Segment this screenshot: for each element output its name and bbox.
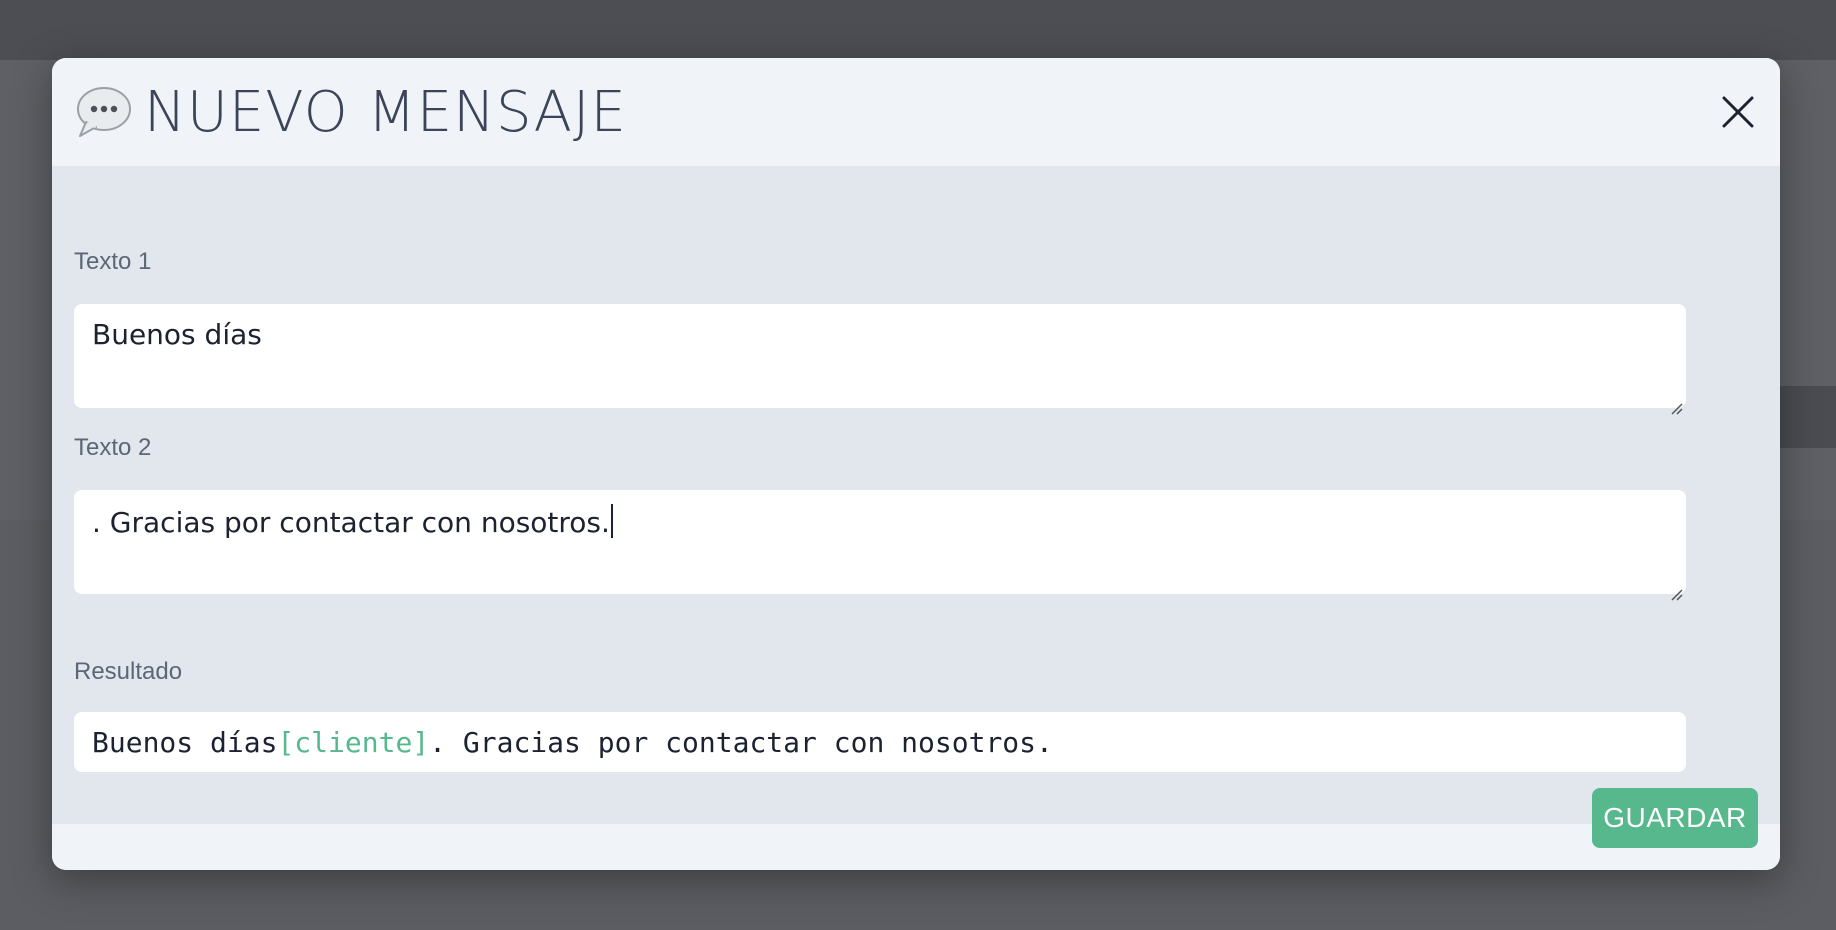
- result-placeholder-tag: [cliente]: [277, 725, 430, 759]
- result-label: Resultado: [74, 658, 183, 685]
- new-message-modal: NUEVO MENSAJE Texto 1 Buenos días Texto …: [52, 58, 1780, 870]
- texto1-textarea[interactable]: Buenos días: [74, 304, 1686, 415]
- close-button[interactable]: [1716, 90, 1760, 134]
- texto2-value: . Gracias por contactar con nosotros.: [92, 506, 610, 539]
- texto2-label: Texto 2: [74, 434, 152, 461]
- speech-bubble-icon: [74, 84, 132, 142]
- modal-footer: [52, 824, 1780, 870]
- background-topbar: [0, 0, 1836, 60]
- close-icon: [1722, 96, 1754, 128]
- save-button[interactable]: GUARDAR: [1592, 788, 1758, 848]
- modal-header: NUEVO MENSAJE: [52, 58, 1780, 166]
- modal-title-group: NUEVO MENSAJE: [74, 78, 627, 148]
- result-prefix: Buenos días: [92, 725, 278, 759]
- result-preview: Buenos días [cliente]. Gracias por contac…: [74, 712, 1686, 772]
- texto2-textarea[interactable]: . Gracias por contactar con nosotros.: [74, 490, 1686, 601]
- resize-handle-icon[interactable]: [1668, 390, 1684, 415]
- resize-handle-icon[interactable]: [1668, 576, 1684, 601]
- texto1-label: Texto 1: [74, 248, 152, 275]
- texto1-value: Buenos días: [92, 318, 262, 351]
- text-caret: [610, 504, 613, 538]
- modal-body: Texto 1 Buenos días Texto 2 . Gracias po…: [52, 166, 1780, 824]
- result-suffix: . Gracias por contactar con nosotros.: [429, 725, 1053, 759]
- modal-title: NUEVO MENSAJE: [144, 80, 627, 145]
